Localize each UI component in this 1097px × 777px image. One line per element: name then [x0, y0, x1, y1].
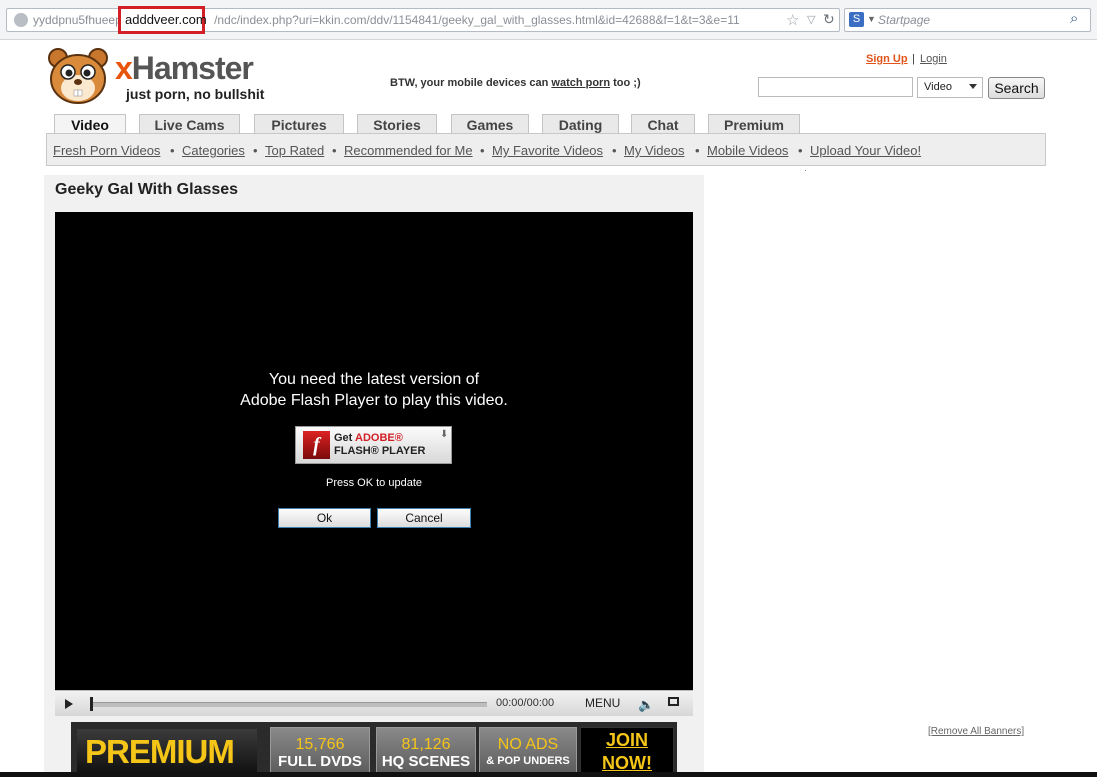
hq-scenes-box: 81,126 HQ SCENES — [376, 727, 476, 777]
player-controls: 00:00/00:00 MENU 🔈 — [55, 690, 693, 716]
time-display: 00:00/00:00 — [496, 697, 555, 709]
dropdown-arrow-icon[interactable]: ▽ — [807, 13, 815, 26]
tab-chat[interactable]: Chat — [631, 114, 695, 134]
reload-icon[interactable]: ↻ — [823, 11, 835, 28]
full-dvds-box: 15,766 FULL DVDS — [270, 727, 370, 777]
subnav-recommended[interactable]: Recommended for Me — [344, 143, 473, 158]
premium-wordmark: PREMIUM — [77, 729, 257, 773]
download-arrow-icon: ⬇ — [440, 429, 449, 440]
video-player[interactable]: You need the latest version of Adobe Fla… — [55, 212, 693, 690]
volume-icon[interactable]: 🔈 — [638, 697, 654, 713]
hamster-logo-icon[interactable] — [46, 48, 110, 104]
subnav-upload-video[interactable]: Upload Your Video! — [810, 143, 921, 158]
subnav-my-videos[interactable]: My Videos — [624, 143, 684, 158]
premium-banner[interactable]: PREMIUM 15,766 FULL DVDS 81,126 HQ SCENE… — [71, 722, 677, 777]
url-rest: /ndc/index.php?uri=kkin.com/ddv/1154841/… — [214, 13, 740, 27]
globe-icon — [14, 13, 28, 27]
video-title: Geeky Gal With Glasses — [55, 181, 239, 198]
play-icon[interactable] — [65, 699, 73, 709]
browser-search-input[interactable]: Startpage — [878, 13, 930, 27]
login-link[interactable]: Login — [920, 53, 947, 65]
fullscreen-icon[interactable] — [668, 697, 679, 706]
seek-handle[interactable] — [90, 697, 93, 711]
mobile-promo-text: BTW, your mobile devices can watch porn … — [390, 77, 641, 89]
tab-games[interactable]: Games — [451, 114, 529, 134]
site-search-input[interactable] — [758, 77, 913, 97]
tab-pictures[interactable]: Pictures — [254, 114, 344, 134]
seek-bar[interactable] — [90, 702, 487, 707]
tab-dating[interactable]: Dating — [542, 114, 619, 134]
ok-button[interactable]: Ok — [278, 508, 371, 528]
site-logo-text[interactable]: xHamster — [115, 50, 254, 87]
flash-logo-icon: f — [303, 431, 330, 459]
url-prefix: yyddpnu5fhueep. — [33, 13, 126, 27]
tab-video[interactable]: Video — [54, 114, 126, 135]
video-subnav: Fresh Porn Videos • Categories • Top Rat… — [46, 133, 1046, 166]
get-flash-player-button[interactable]: f Get ADOBE® FLASH® PLAYER ⬇ — [295, 426, 452, 464]
ad-placeholder-dot — [805, 170, 806, 171]
search-engine-icon[interactable]: S — [849, 12, 864, 27]
bottom-strip — [0, 772, 1097, 777]
select-arrow-icon — [969, 84, 977, 89]
flash-required-message: You need the latest version of Adobe Fla… — [240, 371, 508, 409]
subnav-mobile-videos[interactable]: Mobile Videos — [707, 143, 788, 158]
remove-banners-link[interactable]: [Remove All Banners] — [928, 726, 1024, 737]
watch-porn-link[interactable]: watch porn — [551, 77, 610, 89]
player-menu-button[interactable]: MENU — [585, 696, 620, 710]
subnav-my-favorite-videos[interactable]: My Favorite Videos — [492, 143, 603, 158]
search-icon[interactable]: ⌕ — [1070, 10, 1078, 27]
subnav-top-rated[interactable]: Top Rated — [265, 143, 324, 158]
tab-live-cams[interactable]: Live Cams — [139, 114, 240, 134]
header-separator: | — [912, 53, 915, 65]
subnav-categories[interactable]: Categories — [182, 143, 245, 158]
join-now-button[interactable]: JOIN NOW! — [580, 727, 674, 777]
bookmark-star-icon[interactable]: ☆ — [786, 11, 799, 29]
tab-stories[interactable]: Stories — [357, 114, 437, 134]
browser-search-bar[interactable]: S ▼ Startpage ⌕ — [844, 8, 1091, 32]
tab-premium[interactable]: Premium — [708, 114, 800, 134]
subnav-fresh-porn-videos[interactable]: Fresh Porn Videos — [53, 143, 160, 158]
sign-up-link[interactable]: Sign Up — [866, 53, 908, 65]
search-type-select[interactable]: Video — [917, 77, 983, 98]
cancel-button[interactable]: Cancel — [377, 508, 471, 528]
press-ok-text: Press OK to update — [326, 477, 422, 489]
engine-dropdown-icon[interactable]: ▼ — [867, 14, 876, 24]
no-ads-box: NO ADS & POP UNDERS — [479, 727, 577, 777]
highlighted-domain: adddveer.com — [125, 12, 207, 27]
site-tagline: just porn, no bullshit — [126, 86, 265, 102]
search-button[interactable]: Search — [988, 77, 1045, 99]
